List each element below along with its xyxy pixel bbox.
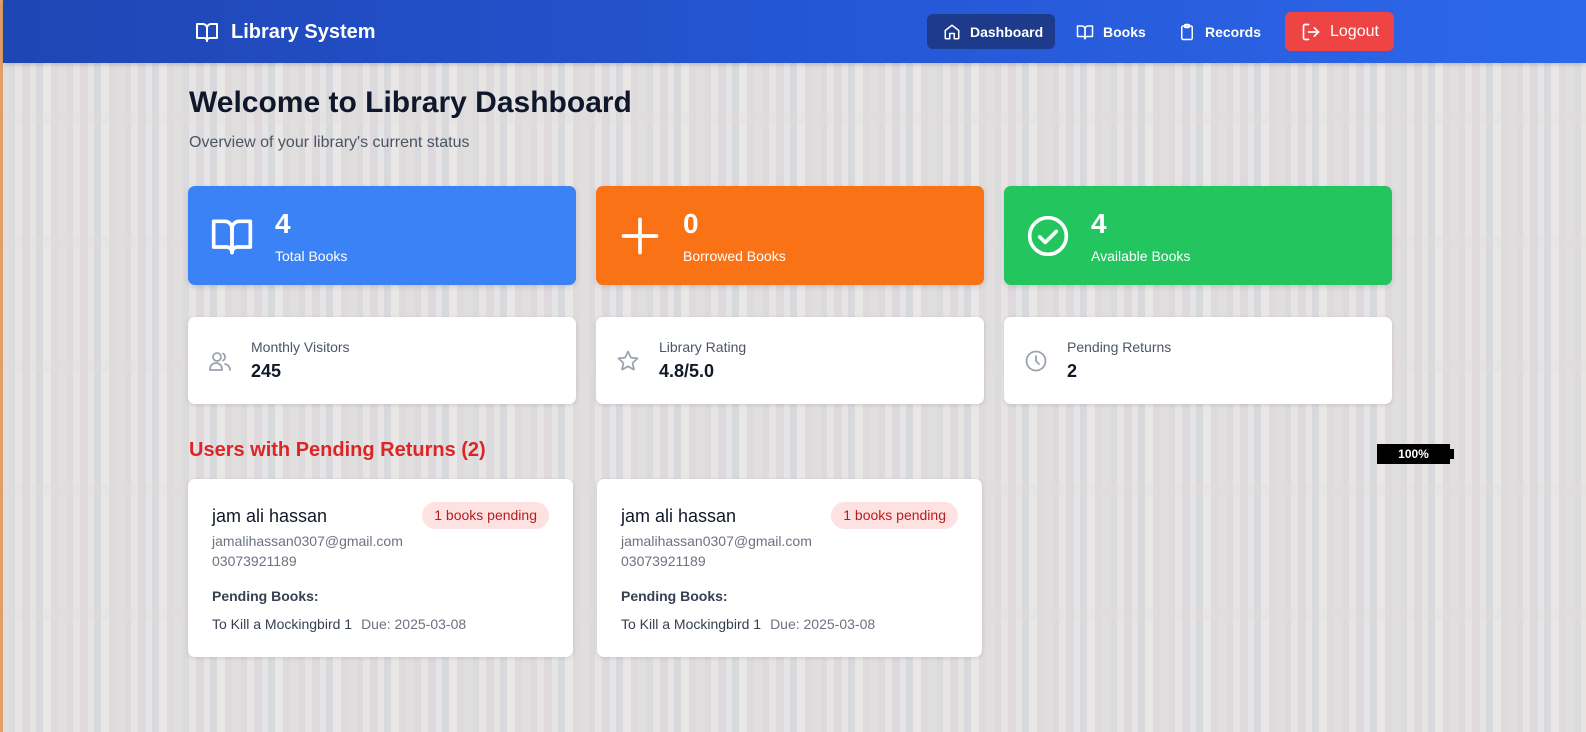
pending-book-row: To Kill a Mockingbird 1 Due: 2025-03-08	[621, 616, 875, 632]
zoom-indicator: 100%	[1377, 444, 1454, 464]
book-open-icon	[193, 20, 221, 44]
nav-records[interactable]: Records	[1178, 14, 1278, 49]
logout-label: Logout	[1330, 22, 1379, 40]
pending-book-title: To Kill a Mockingbird 1	[621, 616, 762, 632]
page-subtitle: Overview of your library's current statu…	[189, 134, 470, 151]
pending-book-due: Due: 2025-03-08	[361, 616, 467, 632]
info-value: 4.8/5.0	[659, 361, 715, 381]
section-title-pending-returns: Users with Pending Returns (2)	[189, 439, 486, 461]
star-icon	[616, 349, 640, 373]
stat-value: 4	[1091, 208, 1107, 239]
info-label: Monthly Visitors	[251, 339, 350, 355]
plus-icon	[618, 214, 662, 258]
stat-label: Borrowed Books	[683, 248, 786, 264]
pending-count-badge: 1 books pending	[422, 502, 549, 529]
clipboard-icon	[1178, 23, 1196, 41]
info-label: Pending Returns	[1067, 339, 1172, 355]
info-card-pending-returns: Pending Returns 2	[1004, 317, 1392, 404]
top-navbar: Library System Dashboard Books Records L…	[3, 0, 1586, 63]
pending-book-due: Due: 2025-03-08	[770, 616, 876, 632]
stat-card-available-books: 4 Available Books	[1004, 186, 1392, 285]
nav-books-label: Books	[1103, 23, 1146, 40]
check-circle-icon	[1026, 214, 1070, 258]
pending-user-card: jam ali hassan 1 books pending jamalihas…	[188, 479, 573, 657]
brand[interactable]: Library System	[193, 18, 376, 46]
pending-user-card: jam ali hassan 1 books pending jamalihas…	[597, 479, 982, 657]
clock-icon	[1024, 349, 1048, 373]
pending-book-title: To Kill a Mockingbird 1	[212, 616, 353, 632]
info-value: 245	[251, 361, 282, 381]
brand-title: Library System	[231, 20, 376, 43]
user-name: jam ali hassan	[621, 506, 737, 526]
nav-dashboard-label: Dashboard	[970, 23, 1044, 40]
stat-value: 4	[275, 208, 291, 239]
home-icon	[943, 23, 961, 41]
user-phone: 03073921189	[621, 553, 706, 569]
info-card-monthly-visitors: Monthly Visitors 245	[188, 317, 576, 404]
info-card-library-rating: Library Rating 4.8/5.0	[596, 317, 984, 404]
user-email: jamalihassan0307@gmail.com	[621, 533, 812, 549]
stat-value: 0	[683, 208, 699, 239]
user-name: jam ali hassan	[212, 506, 328, 526]
user-phone: 03073921189	[212, 553, 297, 569]
stat-label: Available Books	[1091, 248, 1191, 264]
pending-count-badge: 1 books pending	[831, 502, 958, 529]
user-email: jamalihassan0307@gmail.com	[212, 533, 403, 549]
nav-dashboard[interactable]: Dashboard	[927, 14, 1055, 49]
stat-card-borrowed-books: 0 Borrowed Books	[596, 186, 984, 285]
stat-card-total-books: 4 Total Books	[188, 186, 576, 285]
logout-icon	[1301, 22, 1321, 42]
stat-label: Total Books	[275, 248, 348, 264]
pending-book-row: To Kill a Mockingbird 1 Due: 2025-03-08	[212, 616, 466, 632]
nav-books[interactable]: Books	[1076, 14, 1162, 49]
info-label: Library Rating	[659, 339, 747, 355]
pending-books-heading: Pending Books:	[212, 588, 319, 604]
window-edge	[0, 0, 3, 732]
info-value: 2	[1067, 361, 1078, 381]
users-icon	[208, 349, 232, 373]
book-icon	[1076, 23, 1094, 41]
logout-button[interactable]: Logout	[1285, 12, 1394, 51]
pending-books-heading: Pending Books:	[621, 588, 728, 604]
book-open-icon	[210, 214, 254, 258]
nav-records-label: Records	[1205, 23, 1262, 40]
page-title: Welcome to Library Dashboard	[189, 86, 632, 119]
